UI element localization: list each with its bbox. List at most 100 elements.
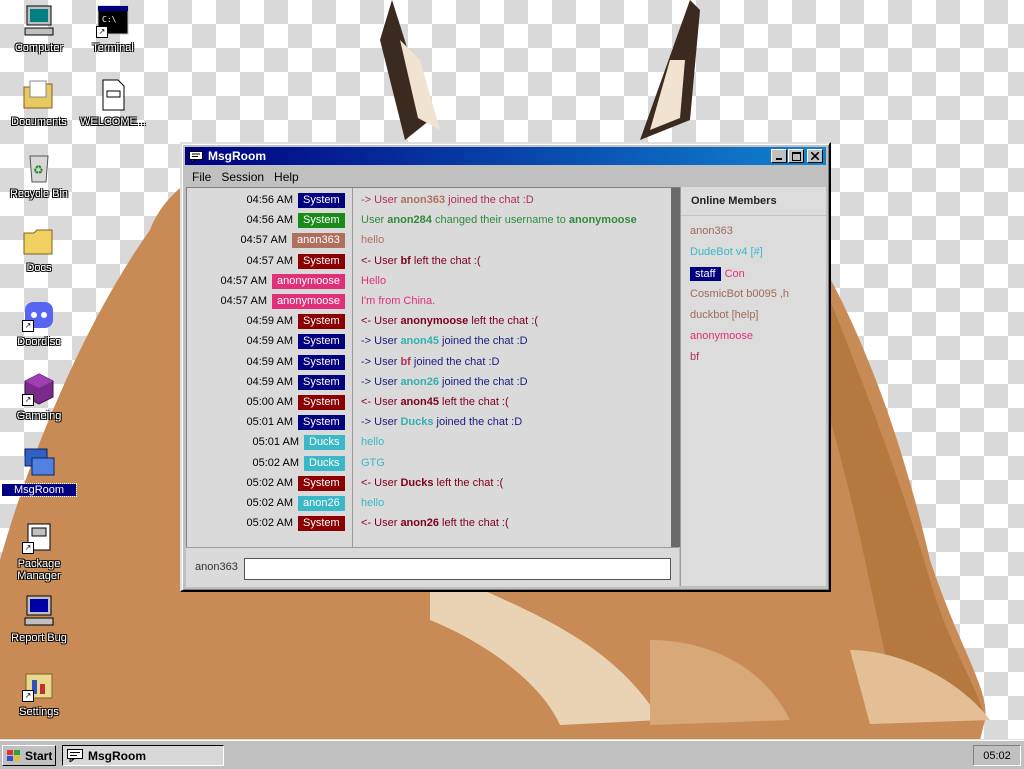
desktop-icon-welcome[interactable]: WELCOME... [76,78,150,128]
folder-icon [22,224,56,258]
username-badge[interactable]: System [298,314,345,330]
username-badge[interactable]: System [298,475,345,491]
username-badge[interactable]: System [298,354,345,370]
username-badge[interactable]: System [298,213,345,229]
message-fragment: User [361,214,388,227]
desktop-icon-terminal[interactable]: C:\ ↗ Terminal [76,4,150,54]
username-badge[interactable]: System [298,395,345,410]
msgroom-window: MsgRoom File Session Help System 04:56 AM… [180,142,831,592]
desktop-icon-recycle-bin[interactable]: ♻ Recycle Bin [2,150,76,200]
chat-message-row: System 04:56 AM -> User anon363 joined the… [187,190,671,210]
message-fragment: <- User [361,476,401,489]
message-timestamp-text: 04:57 AM [246,254,293,267]
desktop-icon-package-manager[interactable]: ↗ Package Manager [2,520,76,582]
member-item[interactable]: CosmicBot b0095 ,h [690,288,789,300]
menu-file[interactable]: File [188,168,215,186]
desktop-icon-label: Recycle Bin [9,188,69,200]
message-timestamp-text: 05:01 AM [252,436,299,449]
desktop-icon-doordisc[interactable]: ↗ Doordisc [2,298,76,348]
username-badge[interactable]: anon26 [298,496,345,511]
message-fragment: <- User [361,517,401,530]
username-badge[interactable]: System [298,253,345,269]
chat-message-row: anonymoose 04:57 AM I'm from China. [187,291,671,311]
message-text: <- User bf left the chat :( [361,251,481,271]
message-fragment: hello [361,436,385,449]
username-badge[interactable]: anonymoose [272,294,345,309]
terminal-icon: C:\ ↗ [96,4,130,38]
msgroom-task-icon [67,749,83,762]
message-fragment: left the chat :( [438,396,509,408]
member-name: anon363 [690,225,733,237]
desktop-icon-documents[interactable]: Documents [2,78,76,128]
taskbar-item-msgroom[interactable]: MsgRoom [62,745,224,766]
message-fragment: Hello [361,274,387,287]
message-text: hello [361,493,384,513]
minimize-icon [776,158,782,160]
chat-message-row: System 04:59 AM -> User anon45 joined the … [187,331,671,351]
message-timestamp-text: 04:57 AM [220,295,267,307]
member-item[interactable]: anonymoose [690,330,753,342]
message-text: <- User Ducks left the chat :( [361,473,503,493]
chat-message-row: System 04:59 AM <- User anonymoose left th… [187,311,671,331]
maximize-button[interactable] [788,149,804,163]
username-badge[interactable]: anon363 [292,233,345,249]
member-item[interactable]: anon363 [690,225,733,237]
username-badge[interactable]: System [298,334,345,350]
close-button[interactable] [807,149,823,163]
start-button[interactable]: Start [2,745,56,766]
desktop-icon-msgroom[interactable]: MsgRoom [1,446,77,497]
desktop-icon-report-bug[interactable]: Report Bug [2,594,76,644]
chat-message-row: anon26 05:02 AM hello [187,493,671,513]
minimize-button[interactable] [771,149,787,163]
username-badge[interactable]: System [298,415,345,431]
chat-message-row: System 04:59 AM -> User bf joined the chat… [187,352,671,372]
username-badge[interactable]: System [298,516,345,532]
message-username: anon26 [400,517,439,530]
message-fragment: <- User [361,396,401,408]
chat-message-row: anonymoose 04:57 AM Hello [187,271,671,291]
chat-log[interactable]: System 04:56 AM -> User anon363 joined the… [186,187,680,547]
member-item[interactable]: duckbot [help] [690,309,759,321]
shortcut-arrow-icon: ↗ [22,320,34,332]
username-badge[interactable]: Ducks [304,435,345,451]
chat-message-row: System 05:00 AM <- User anon45 left the ch… [187,392,671,412]
message-username: anon45 [400,396,439,408]
member-name: anonymoose [690,330,753,342]
username-badge[interactable]: System [298,193,345,208]
message-fragment: hello [361,234,385,247]
message-username: anon26 [400,375,439,388]
message-text: -> User Ducks joined the chat :D [361,412,522,432]
message-fragment: GTG [361,456,385,469]
message-fragment: -> User [361,194,401,206]
computer-icon [22,4,56,38]
member-item[interactable]: bf [690,351,699,363]
message-timestamp-text: 04:59 AM [246,335,293,348]
windows-logo-icon [7,749,20,761]
chat-scrollbar[interactable] [671,188,680,547]
chat-message-row: System 05:02 AM <- User Ducks left the cha… [187,473,671,493]
message-timestamp-text: 04:59 AM [246,355,293,368]
message-timestamp-text: 04:56 AM [246,194,293,206]
game-cube-icon: ↗ [22,372,56,406]
desktop-icon-label: Terminal [92,42,134,54]
username-badge[interactable]: System [298,374,345,390]
window-titlebar[interactable]: MsgRoom [185,147,826,165]
desktop-icon-settings[interactable]: ↗ Settings [2,668,76,718]
doordisc-icon: ↗ [22,298,56,332]
message-username: Ducks [400,476,434,489]
message-input[interactable] [244,558,671,580]
username-badge[interactable]: Ducks [304,455,345,471]
menu-help[interactable]: Help [270,168,303,186]
message-text: hello [361,230,384,250]
member-item[interactable]: DudeBot v4 [#] [690,246,763,258]
username-badge[interactable]: anonymoose [272,273,345,289]
message-text: I'm from China. [361,291,435,311]
desktop-icon-docs[interactable]: Docs [2,224,76,274]
member-item[interactable]: staff Con [690,267,745,281]
menu-session[interactable]: Session [217,168,268,186]
desktop-icon-computer[interactable]: Computer [2,4,76,54]
chat-message-row: System 04:56 AM User anon284 changed their… [187,210,671,230]
message-timestamp-text: 05:02 AM [252,456,299,469]
chat-message-row: System 04:59 AM -> User anon26 joined the … [187,372,671,392]
desktop-icon-gameing[interactable]: ↗ Gameing [2,372,76,422]
